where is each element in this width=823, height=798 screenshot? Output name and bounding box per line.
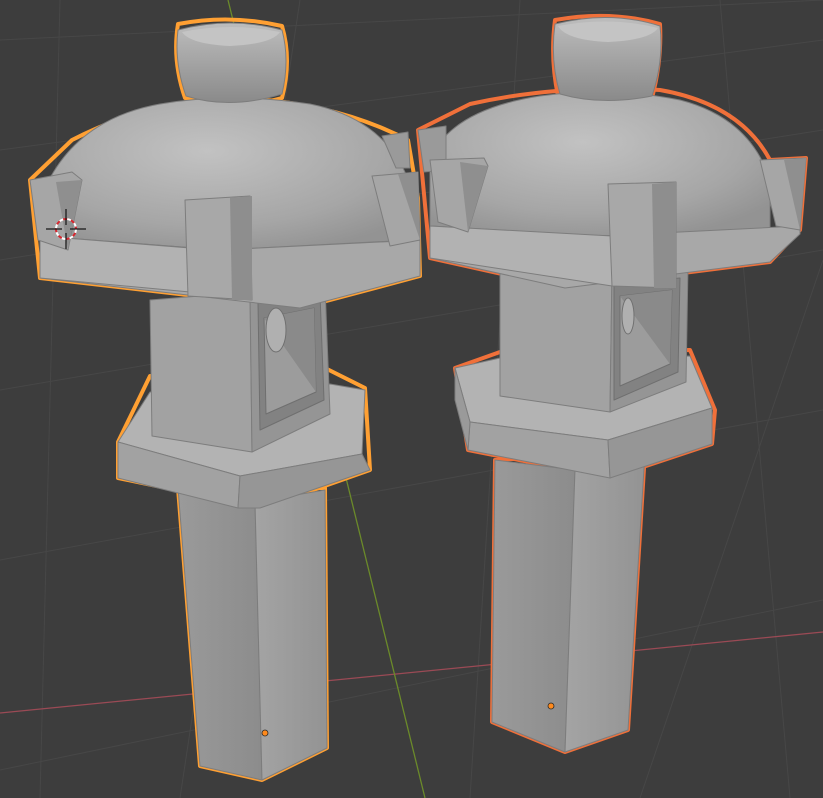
x-axis-line — [0, 631, 823, 714]
object-origin-dot[interactable] — [547, 702, 555, 710]
3d-viewport[interactable] — [0, 0, 823, 798]
lantern-left[interactable] — [28, 17, 422, 782]
viewport-canvas[interactable] — [0, 0, 823, 798]
lantern-right[interactable] — [416, 13, 808, 754]
object-origin-dot[interactable] — [261, 729, 269, 737]
